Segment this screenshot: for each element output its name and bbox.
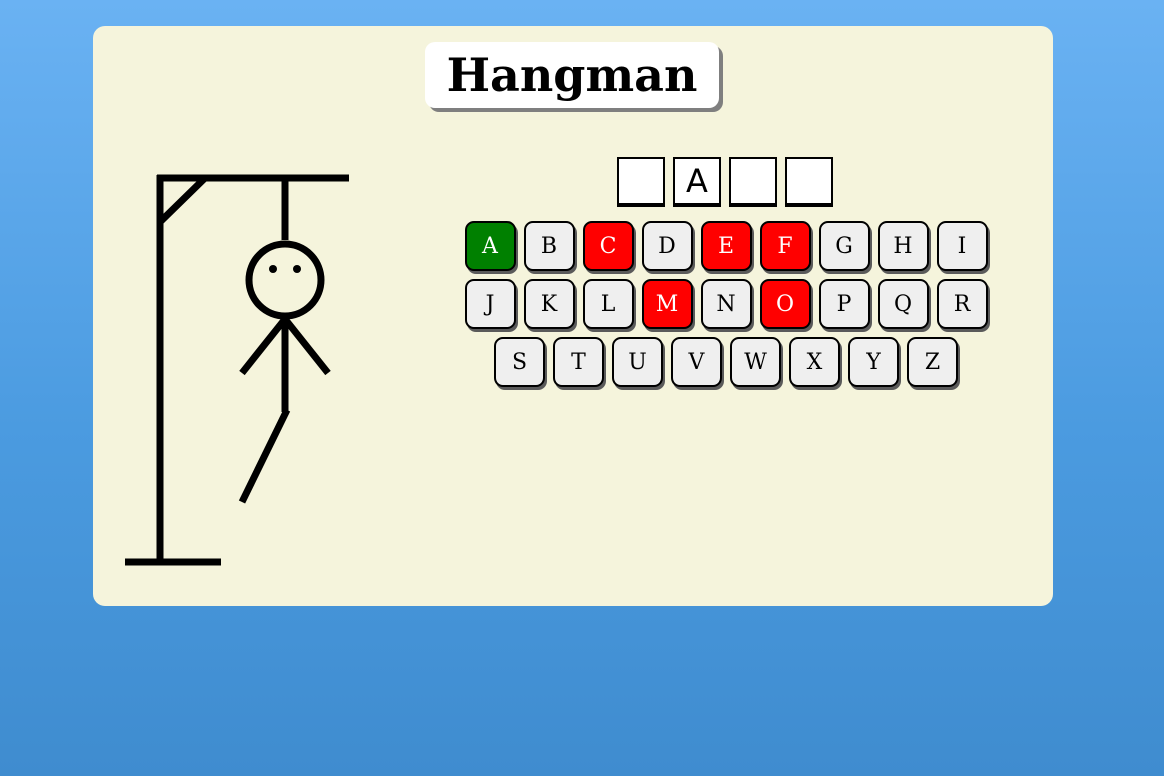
- key-c[interactable]: C: [582, 221, 634, 271]
- key-l[interactable]: L: [582, 279, 634, 329]
- letter-slot: [729, 157, 777, 207]
- key-s[interactable]: S: [494, 337, 545, 387]
- key-y[interactable]: Y: [848, 337, 899, 387]
- letter-slot: A: [673, 157, 721, 207]
- hangman-right-eye: [293, 265, 301, 273]
- key-d[interactable]: D: [641, 221, 693, 271]
- hangman-left-eye: [269, 265, 277, 273]
- hangman-head: [245, 240, 325, 320]
- key-a[interactable]: A: [464, 221, 516, 271]
- key-b[interactable]: B: [523, 221, 575, 271]
- gallows-brace: [157, 175, 208, 225]
- key-o[interactable]: O: [759, 279, 811, 329]
- key-w[interactable]: W: [730, 337, 781, 387]
- title-box: Hangman: [425, 42, 719, 108]
- letter-slot: [785, 157, 833, 207]
- key-k[interactable]: K: [523, 279, 575, 329]
- key-z[interactable]: Z: [907, 337, 958, 387]
- key-i[interactable]: I: [936, 221, 988, 271]
- word-display: A: [617, 157, 833, 207]
- key-t[interactable]: T: [553, 337, 604, 387]
- keyboard-row: A B C D E F G H I: [447, 221, 1005, 271]
- hangman-left-arm: [239, 316, 288, 376]
- hangman-left-leg: [238, 408, 291, 504]
- hangman-drawing: [125, 174, 349, 566]
- letter-keyboard: A B C D E F G H I J K L M N O P Q R S T …: [447, 221, 1005, 395]
- key-h[interactable]: H: [877, 221, 929, 271]
- page-title: Hangman: [446, 48, 698, 102]
- key-j[interactable]: J: [464, 279, 516, 329]
- game-panel: Hangman A A B C D E F G H I J K L M N O …: [93, 26, 1053, 606]
- key-g[interactable]: G: [818, 221, 870, 271]
- letter-slot: [617, 157, 665, 207]
- key-v[interactable]: V: [671, 337, 722, 387]
- keyboard-row: S T U V W X Y Z: [447, 337, 1005, 387]
- key-x[interactable]: X: [789, 337, 840, 387]
- key-r[interactable]: R: [936, 279, 988, 329]
- key-q[interactable]: Q: [877, 279, 929, 329]
- key-m[interactable]: M: [641, 279, 693, 329]
- key-f[interactable]: F: [759, 221, 811, 271]
- key-p[interactable]: P: [818, 279, 870, 329]
- hangman-right-arm: [282, 316, 331, 376]
- key-u[interactable]: U: [612, 337, 663, 387]
- keyboard-row: J K L M N O P Q R: [447, 279, 1005, 329]
- key-n[interactable]: N: [700, 279, 752, 329]
- key-e[interactable]: E: [700, 221, 752, 271]
